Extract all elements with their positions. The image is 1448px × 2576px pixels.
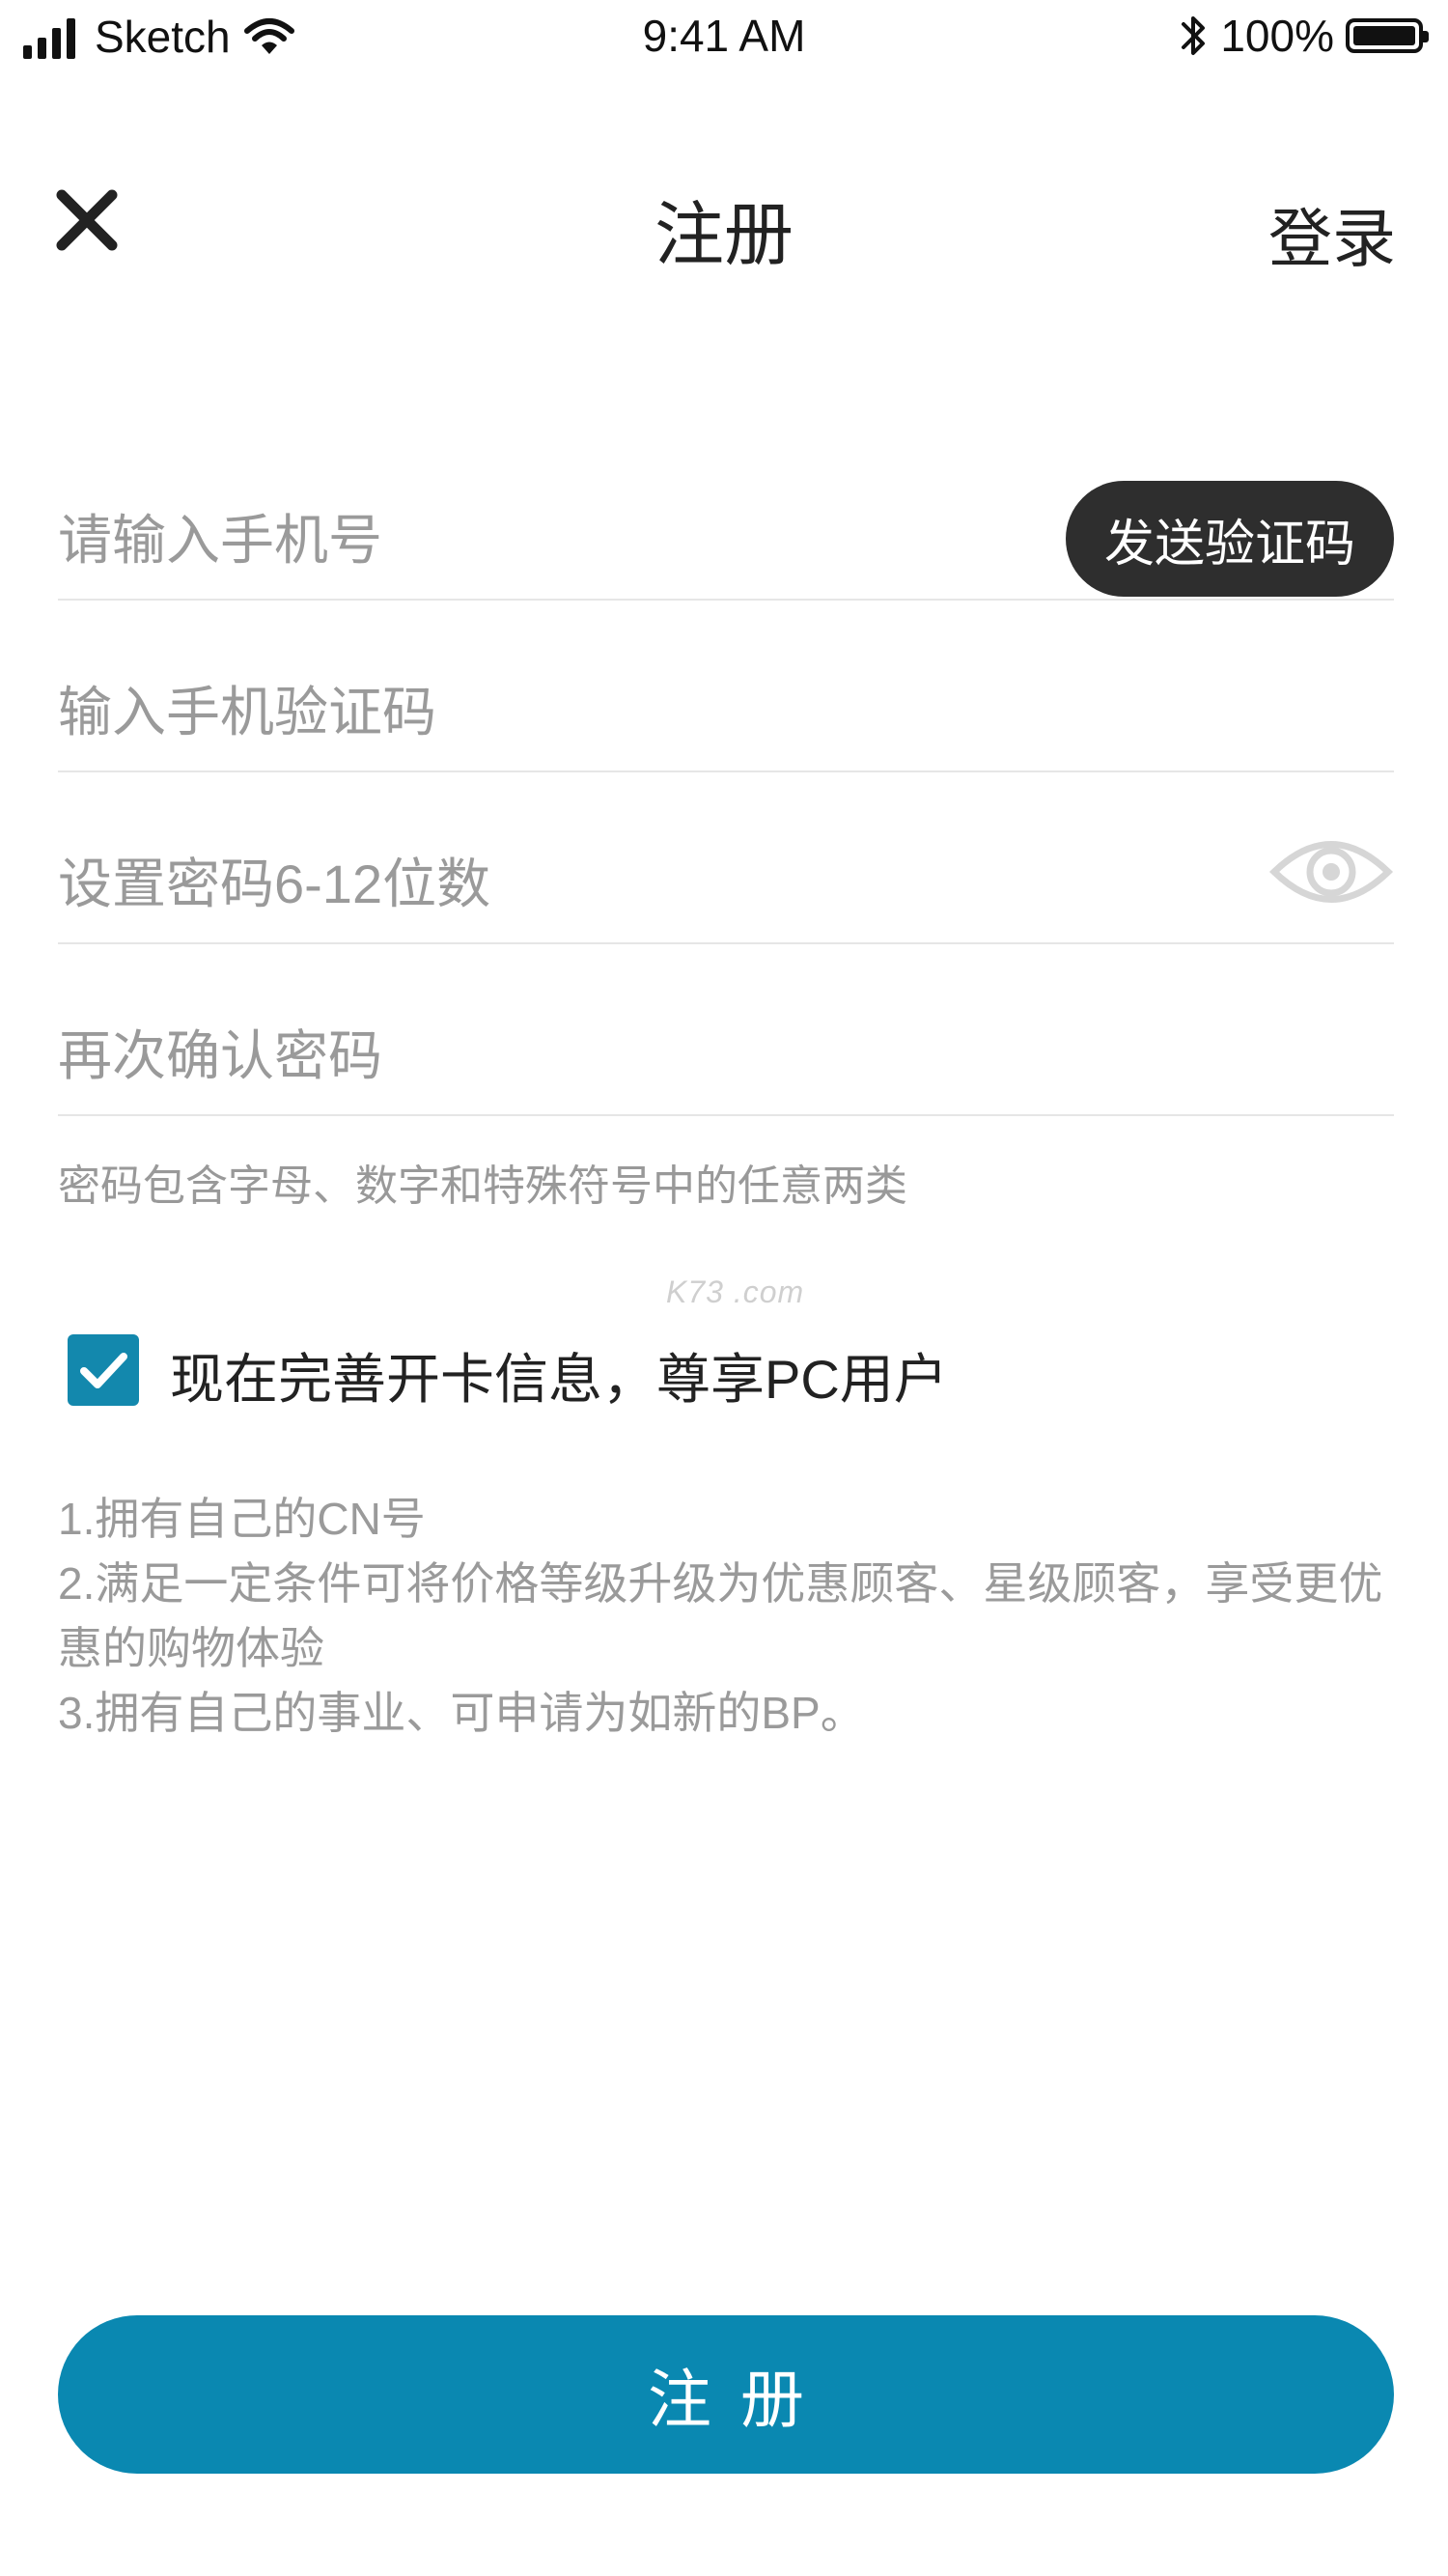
battery-percent: 100% [1220, 11, 1334, 61]
battery-icon [1346, 18, 1429, 53]
page-title: 注册 [654, 197, 794, 274]
bluetooth-icon [1182, 16, 1206, 55]
benefits-list: 1.拥有自己的CN号 2.满足一定条件可将价格等级升级为优惠顾客、星级顾客，享受… [58, 1487, 1409, 1746]
phone-input[interactable] [58, 509, 1023, 572]
password-hint: 密码包含字母、数字和特殊符号中的任意两类 [58, 1162, 907, 1210]
open-card-checkbox[interactable] [68, 1334, 139, 1406]
verification-code-field [58, 599, 1394, 772]
confirm-password-input[interactable] [58, 1024, 1023, 1087]
benefit-item: 3.拥有自己的事业、可申请为如新的BP。 [58, 1688, 865, 1738]
password-field [58, 770, 1394, 944]
checkmark-icon [80, 1353, 127, 1388]
toggle-password-visibility[interactable] [1268, 828, 1394, 915]
benefit-item: 1.拥有自己的CN号 [58, 1494, 426, 1544]
login-link[interactable]: 登录 [1268, 187, 1396, 280]
status-right: 100% [1180, 8, 1429, 64]
register-button[interactable]: 注册 [58, 2315, 1394, 2474]
password-input[interactable] [58, 853, 1023, 915]
register-button-label: 注册 [648, 2364, 833, 2435]
benefit-item: 2.满足一定条件可将价格等级升级为优惠顾客、星级顾客，享受更优惠的购物体验 [58, 1558, 1383, 1673]
confirm-password-field [58, 942, 1394, 1116]
open-card-label[interactable]: 现在完善开卡信息，尊享PC用户 [170, 1336, 948, 1414]
eye-icon [1268, 841, 1394, 903]
phone-field: 发送验证码 [58, 454, 1394, 601]
send-code-button[interactable]: 发送验证码 [1066, 481, 1394, 597]
watermark-logo: K73 .com [666, 1274, 805, 1309]
status-bar: Sketch 9:41 AM 100% [0, 0, 1448, 73]
verification-code-input[interactable] [58, 681, 1023, 743]
